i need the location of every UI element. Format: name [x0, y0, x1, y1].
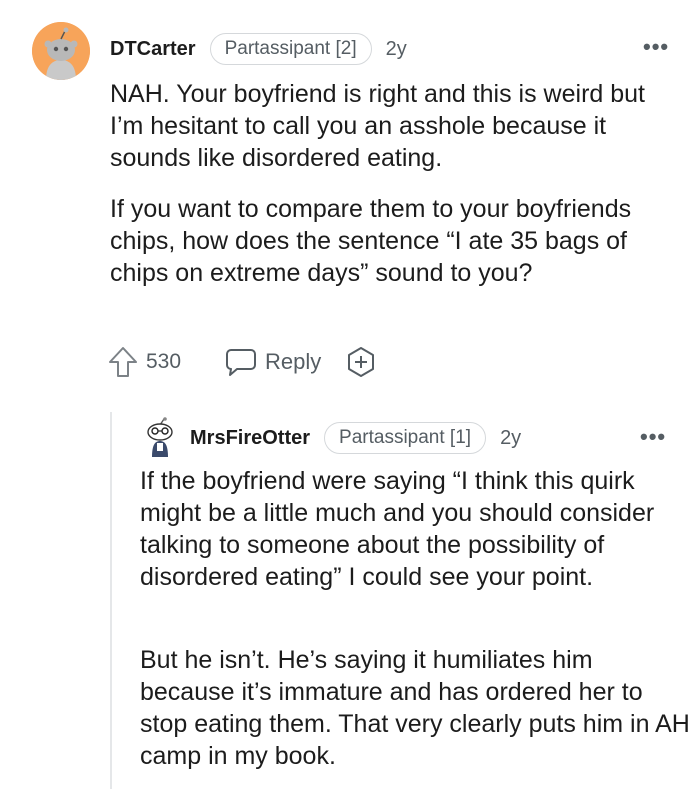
vote-count: 530 [146, 350, 182, 373]
upvote-button[interactable]: 530 [108, 346, 181, 378]
avatar[interactable] [142, 417, 178, 457]
username[interactable]: MrsFireOtter [190, 427, 310, 450]
speech-bubble-icon [226, 349, 257, 376]
plus-circle-icon [348, 347, 375, 377]
upvote-arrow-icon [109, 347, 137, 377]
comment-paragraph: If you want to compare them to your boyf… [110, 195, 632, 287]
more-options-icon[interactable]: ••• [643, 34, 669, 60]
snoo-avatar-icon [32, 22, 90, 80]
username[interactable]: DTCarter [110, 38, 196, 61]
comment-header: DTCarter Partassipant [2] 2y [110, 31, 407, 67]
award-button[interactable] [345, 346, 377, 378]
avatar[interactable] [32, 22, 90, 80]
reply-button[interactable]: Reply [225, 347, 321, 377]
more-options-icon[interactable]: ••• [640, 424, 666, 450]
comment-paragraph: But he isn’t. He’s saying it humiliates … [140, 646, 690, 770]
user-flair: Partassipant [2] [209, 33, 372, 65]
comment-paragraph: If the boyfriend were saying “I think th… [140, 467, 655, 591]
thread-line[interactable] [110, 412, 112, 789]
comment-paragraph: NAH. Your boyfriend is right and this is… [110, 80, 645, 172]
user-flair: Partassipant [1] [324, 422, 487, 454]
comment-age: 2y [385, 37, 407, 60]
snoo-avatar-icon [147, 417, 173, 457]
comment-actions: 530 Reply [108, 346, 377, 378]
comment-header: MrsFireOtter Partassipant [1] 2y [190, 420, 521, 456]
reply-label: Reply [265, 349, 322, 374]
comment-age: 2y [500, 426, 522, 449]
